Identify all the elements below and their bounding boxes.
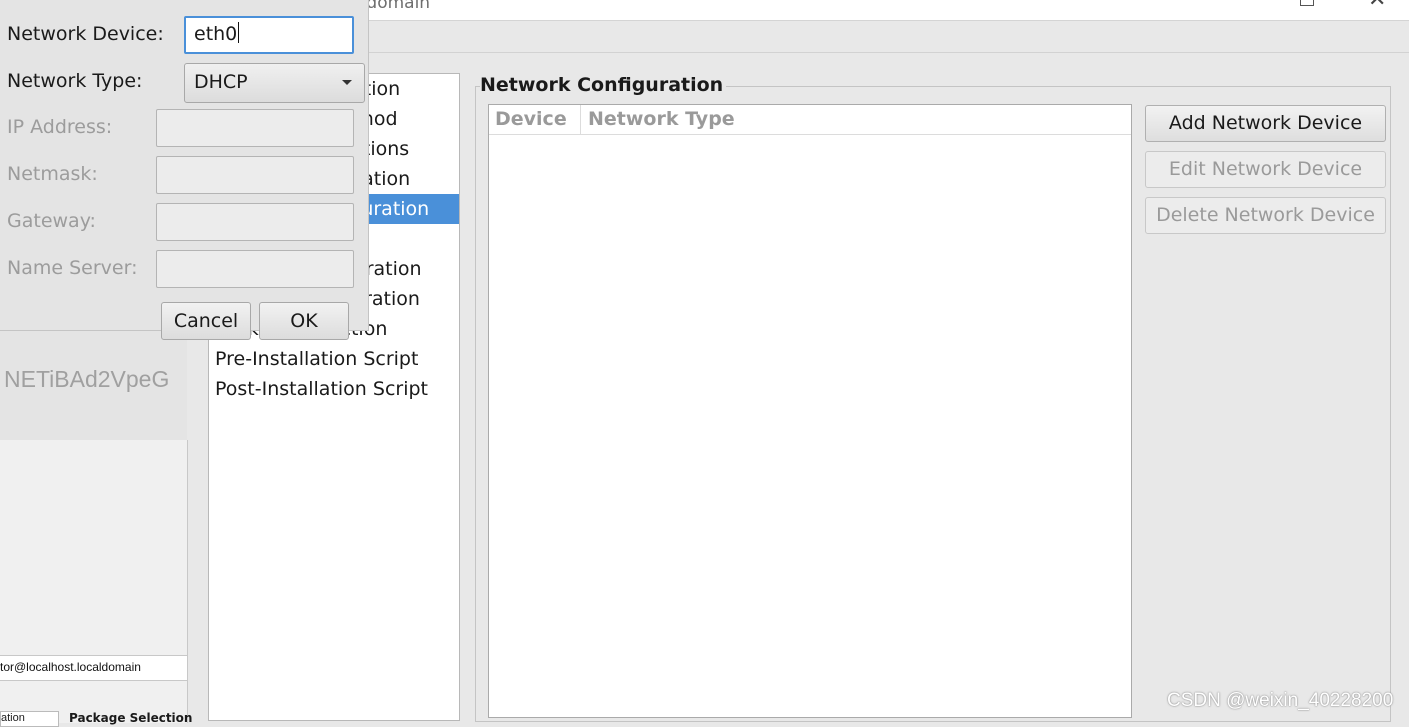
edit-network-device-button[interactable]: Edit Network Device bbox=[1145, 151, 1386, 188]
network-device-label: Network Device: bbox=[7, 23, 164, 45]
text-caret bbox=[238, 22, 240, 43]
column-header-device[interactable]: Device bbox=[489, 105, 581, 134]
ip-address-label: IP Address: bbox=[7, 116, 113, 138]
category-item-pre-installation-script[interactable]: Pre-Installation Script bbox=[209, 344, 459, 374]
watermark: CSDN @weixin_40228200 bbox=[1167, 690, 1394, 711]
close-icon[interactable]: ✕ bbox=[1368, 0, 1386, 11]
column-header-network-type[interactable]: Network Type bbox=[582, 105, 735, 134]
name-server-label: Name Server: bbox=[7, 257, 138, 279]
name-server-field bbox=[156, 250, 354, 288]
netmask-field bbox=[156, 156, 354, 194]
status-field: tor@localhost.localdomain bbox=[0, 655, 187, 681]
network-device-input[interactable]: eth0 bbox=[184, 16, 354, 54]
add-network-device-button[interactable]: Add Network Device bbox=[1145, 105, 1386, 142]
ip-address-field bbox=[156, 109, 354, 147]
bottom-tab[interactable]: ation bbox=[0, 711, 59, 727]
netmask-label: Netmask: bbox=[7, 163, 98, 185]
left-pane-text: NETiBAd2VpeG bbox=[4, 366, 170, 392]
network-device-dialog: Network Device: eth0 Network Type: DHCP … bbox=[0, 0, 369, 340]
category-item-post-installation-script[interactable]: Post-Installation Script bbox=[209, 374, 459, 404]
bottom-tab-label: ation bbox=[1, 712, 25, 724]
network-type-value: DHCP bbox=[194, 71, 248, 93]
network-device-value: eth0 bbox=[194, 23, 238, 45]
network-type-dropdown[interactable]: DHCP bbox=[184, 63, 365, 103]
network-type-label: Network Type: bbox=[7, 70, 143, 92]
network-configuration-title: Network Configuration bbox=[480, 74, 727, 96]
cancel-button[interactable]: Cancel bbox=[161, 302, 251, 340]
gateway-label: Gateway: bbox=[7, 210, 96, 232]
ok-button[interactable]: OK bbox=[259, 302, 349, 340]
network-device-table[interactable]: Device Network Type bbox=[488, 104, 1132, 718]
table-header: Device Network Type bbox=[489, 105, 1131, 135]
dropdown-arrow-icon bbox=[342, 80, 352, 85]
window-titlebar: root@localhost.localdomain ✕ bbox=[188, 0, 1409, 21]
status-text: tor@localhost.localdomain bbox=[0, 660, 141, 674]
maximize-icon[interactable] bbox=[1300, 0, 1314, 6]
menubar bbox=[188, 21, 1409, 53]
delete-network-device-button[interactable]: Delete Network Device bbox=[1145, 197, 1386, 234]
gateway-field bbox=[156, 203, 354, 241]
